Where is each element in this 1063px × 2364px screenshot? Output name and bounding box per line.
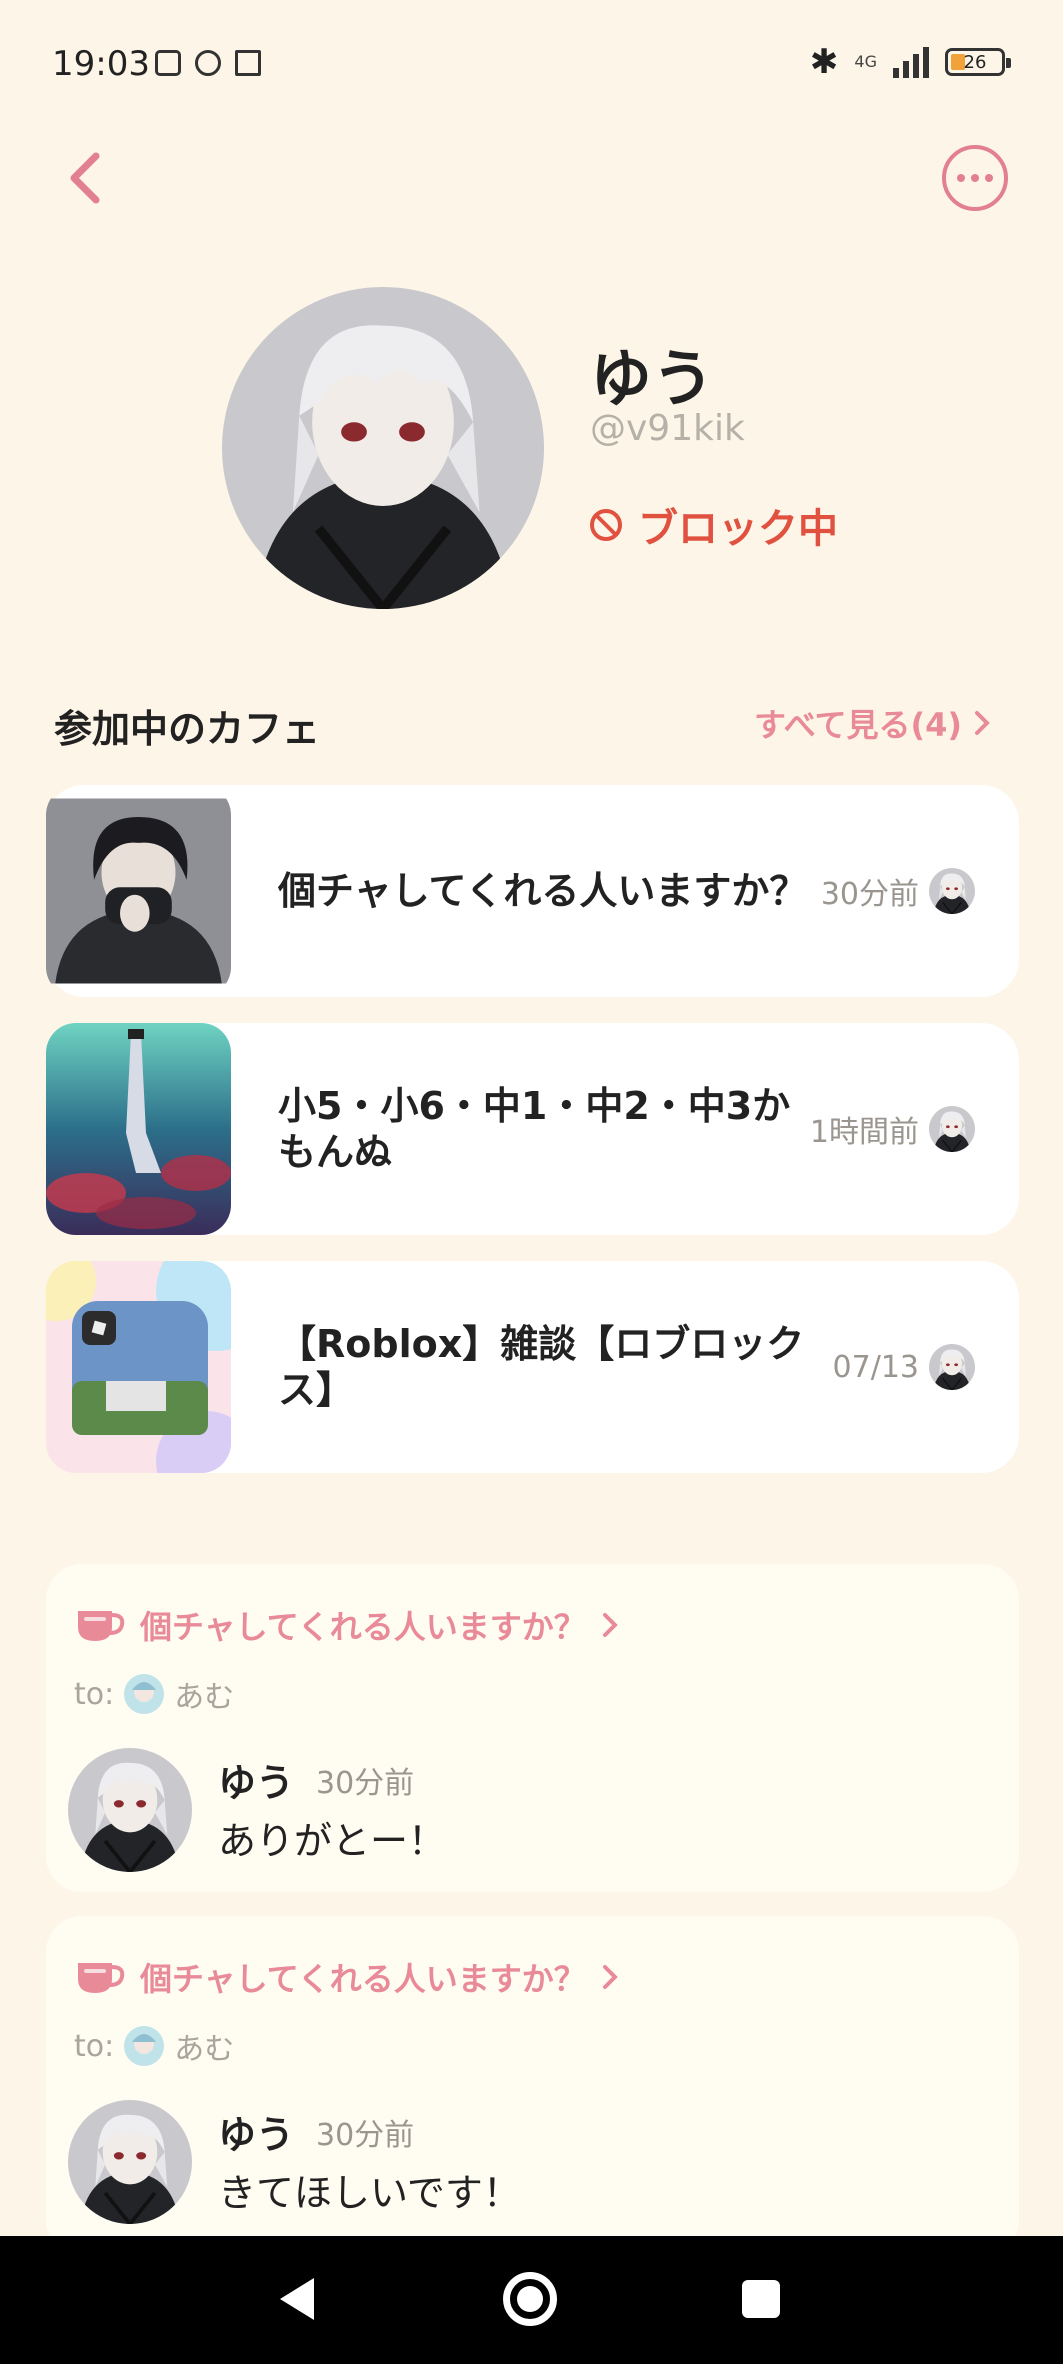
cafe-title: 【Roblox】雑談【ロブロックス】 <box>278 1322 805 1412</box>
cafe-member-avatar <box>929 868 975 914</box>
feed-cafe-link[interactable]: 個チャしてくれる人いますか？ <box>74 1954 620 2000</box>
author-avatar <box>68 2100 192 2224</box>
message-text: ありがとー！ <box>218 1819 447 1863</box>
see-all-link[interactable]: すべて見る(4) <box>754 700 992 746</box>
cafe-card[interactable]: 【Roblox】雑談【ロブロックス】 07/13 <box>46 1261 1019 1473</box>
cafe-thumbnail <box>46 1023 231 1235</box>
cafe-title: 個チャしてくれる人いますか？ <box>278 869 808 913</box>
chevron-left-icon <box>70 152 100 204</box>
feed-cafe-name: 個チャしてくれる人いますか？ <box>140 1608 586 1646</box>
plus-box-icon <box>155 50 181 76</box>
network-type: 4G <box>854 52 877 71</box>
status-time: 19:03 <box>52 44 150 84</box>
battery-icon: 26 <box>945 48 1011 76</box>
cafe-card[interactable]: 個チャしてくれる人いますか？ 30分前 <box>46 785 1019 997</box>
feed-post[interactable]: 個チャしてくれる人いますか？ to: あむ ゆう 30分前 ありがとー！ <box>46 1564 1019 1892</box>
feed-cafe-link[interactable]: 個チャしてくれる人いますか？ <box>74 1602 620 1648</box>
message-time: 30分前 <box>316 2118 415 2153</box>
cafe-time: 1時間前 <box>809 1115 919 1150</box>
recipient-avatar <box>124 1674 165 1714</box>
block-icon <box>590 509 622 541</box>
profile-name: ゆう <box>590 342 715 415</box>
battery-level: 26 <box>963 51 987 73</box>
message-text: きてほしいです！ <box>218 2171 521 2215</box>
author-avatar <box>68 1748 192 1872</box>
to-prefix: to: <box>74 2028 115 2064</box>
chevron-right-icon <box>602 1613 618 1637</box>
chevron-right-icon <box>602 1965 618 1989</box>
game-icon <box>195 50 221 76</box>
more-options-button[interactable] <box>942 145 1008 211</box>
signal-icon <box>893 46 929 78</box>
nav-recents-icon[interactable] <box>742 2280 780 2318</box>
recipient-row: to: あむ <box>74 2024 234 2068</box>
message-time: 30分前 <box>316 1766 415 1801</box>
recipient-name: あむ <box>174 2032 235 2067</box>
cafe-time: 07/13 <box>832 1349 919 1385</box>
bluetooth-icon: ✱ <box>809 42 839 82</box>
status-system-icons: ✱ 4G 26 <box>809 42 1011 82</box>
feed-cafe-name: 個チャしてくれる人いますか？ <box>140 1960 586 1998</box>
to-prefix: to: <box>74 1676 115 1712</box>
back-button[interactable] <box>62 148 112 208</box>
nav-home-icon[interactable] <box>503 2272 557 2326</box>
recipient-name: あむ <box>174 1680 235 1715</box>
chevron-right-icon <box>975 711 990 735</box>
profile-avatar <box>222 287 544 609</box>
recipient-avatar <box>124 2026 165 2066</box>
cafe-card[interactable]: 小5・小6・中1・中2・中3かもんぬ 1時間前 <box>46 1023 1019 1235</box>
author-name: ゆう <box>218 2113 295 2157</box>
feed-post[interactable]: 個チャしてくれる人いますか？ to: あむ ゆう 30分前 きてほしいです！ <box>46 1916 1019 2256</box>
cup-icon <box>78 1963 125 1993</box>
recipient-row: to: あむ <box>74 1672 234 1716</box>
cup-icon <box>78 1611 125 1641</box>
system-navigation-bar <box>0 2236 1063 2364</box>
nav-back-icon[interactable] <box>278 2276 318 2322</box>
cafe-thumbnail <box>46 785 231 997</box>
cafe-member-avatar <box>929 1344 975 1390</box>
cafe-thumbnail <box>46 1261 231 1473</box>
author-name: ゆう <box>218 1761 295 1805</box>
cafe-title: 小5・小6・中1・中2・中3かもんぬ <box>278 1084 791 1174</box>
calendar-icon <box>235 50 261 76</box>
cafe-member-avatar <box>929 1106 975 1152</box>
block-status[interactable]: ブロック中 <box>588 496 838 554</box>
profile-handle: @v91kik <box>590 408 745 449</box>
section-title: 参加中のカフェ <box>54 707 321 751</box>
see-all-label: すべて見る(4) <box>754 706 962 744</box>
status-notification-icons <box>155 50 261 76</box>
ellipsis-icon <box>957 174 965 182</box>
cafe-time: 30分前 <box>820 877 919 912</box>
block-label: ブロック中 <box>638 506 838 552</box>
